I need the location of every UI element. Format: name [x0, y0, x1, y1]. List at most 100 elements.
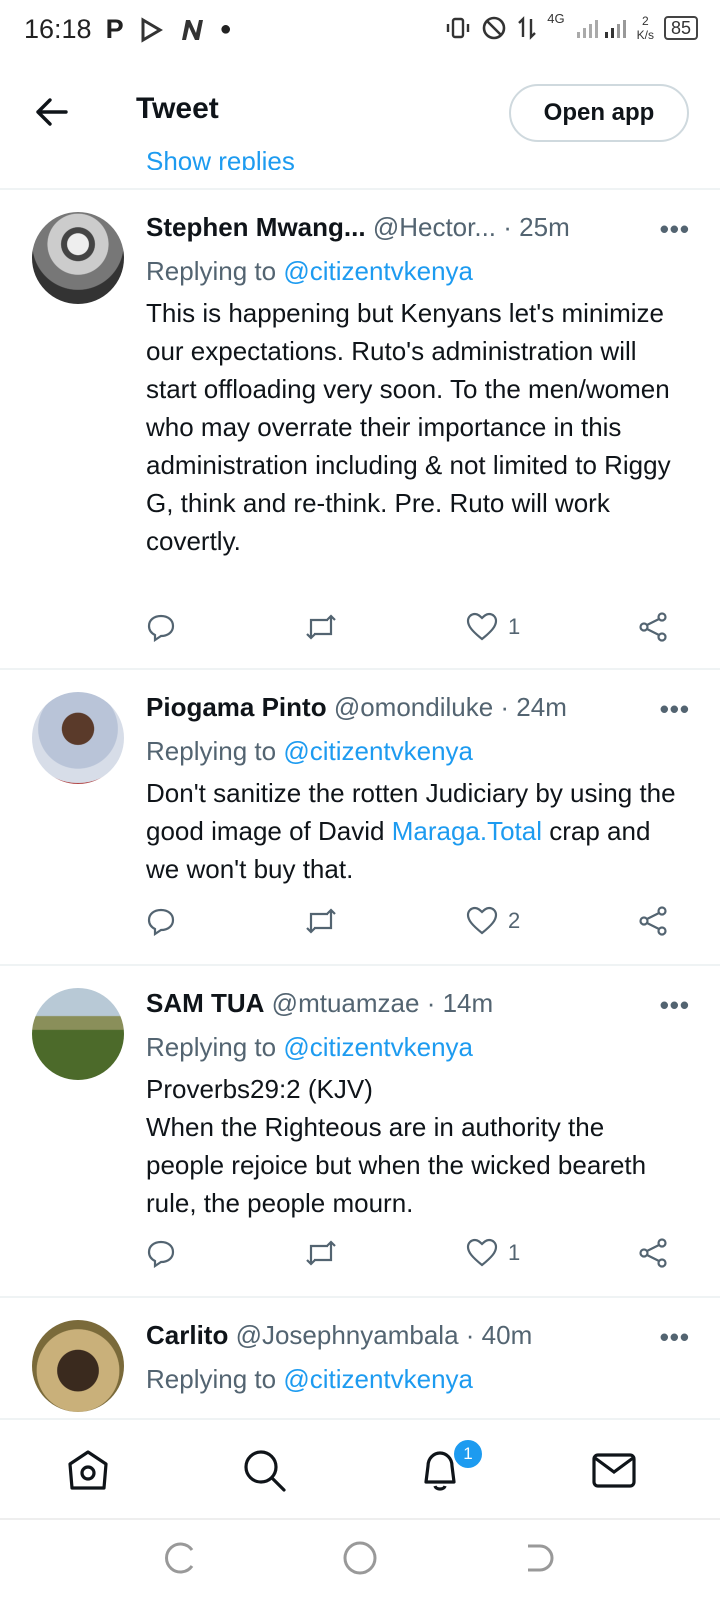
- search-icon[interactable]: [240, 1446, 288, 1494]
- tweet-actions: 2: [146, 906, 692, 946]
- retweet-icon: [306, 908, 336, 934]
- replying-to-link[interactable]: @citizentvkenya: [283, 1032, 473, 1062]
- retweet-button[interactable]: [304, 612, 338, 642]
- reply-icon: [147, 908, 175, 936]
- tweet-header: Stephen Mwang... @Hector... · 25m: [146, 212, 686, 243]
- replying-to: Replying to @citizentvkenya: [146, 1032, 473, 1063]
- replying-to-link[interactable]: @citizentvkenya: [283, 1364, 473, 1394]
- replying-to-link[interactable]: @citizentvkenya: [283, 256, 473, 286]
- display-name[interactable]: Carlito: [146, 1320, 228, 1350]
- network-speed: 2 K/s: [637, 14, 654, 42]
- avatar[interactable]: [32, 212, 124, 304]
- more-options-icon[interactable]: •••: [660, 1322, 690, 1353]
- tweet-time: · 25m: [503, 212, 570, 242]
- share-button[interactable]: [638, 906, 668, 936]
- show-replies-label: Show replies: [146, 146, 295, 170]
- heart-icon: [466, 1238, 498, 1267]
- replying-prefix: Replying to: [146, 736, 284, 766]
- network-speed-value: 2: [641, 14, 649, 28]
- notification-count-badge: 1: [452, 1438, 484, 1470]
- share-button[interactable]: [638, 1238, 668, 1268]
- share-button[interactable]: [638, 612, 668, 642]
- tweet-time: · 40m: [465, 1320, 533, 1350]
- display-name[interactable]: SAM TUA: [146, 988, 264, 1018]
- tweet-text: This is happening but Kenyans let's mini…: [146, 298, 671, 556]
- replying-to: Replying to @citizentvkenya: [146, 736, 473, 767]
- replying-to: Replying to @citizentvkenya: [146, 1364, 473, 1395]
- tweet-time: · 24m: [500, 692, 567, 722]
- back-nav-icon[interactable]: [522, 1540, 558, 1576]
- reply-button[interactable]: [146, 612, 176, 642]
- signal-icon: [576, 20, 626, 38]
- tweet-header: SAM TUA @mtuamzae · 14m: [146, 988, 686, 1019]
- open-app-button[interactable]: Open app: [509, 84, 689, 142]
- tweet-text: When the Righteous are in authority the …: [146, 1112, 647, 1218]
- like-button[interactable]: 2: [466, 906, 520, 936]
- reply-button[interactable]: [146, 906, 176, 936]
- tweet[interactable]: Stephen Mwang... @Hector... · 25m ••• Re…: [0, 190, 720, 668]
- avatar[interactable]: [32, 1320, 124, 1412]
- avatar[interactable]: [32, 988, 124, 1080]
- home-circle-icon[interactable]: [342, 1540, 378, 1576]
- vibrate-icon: [447, 17, 470, 39]
- like-count: 1: [508, 1240, 521, 1265]
- more-options-icon[interactable]: •••: [660, 990, 690, 1021]
- reply-icon: [147, 1240, 175, 1268]
- back-arrow-icon[interactable]: [32, 92, 72, 132]
- like-button[interactable]: 1: [466, 1238, 520, 1268]
- like-count: 1: [508, 614, 521, 639]
- p-app-icon: P: [105, 14, 124, 44]
- display-name[interactable]: Piogama Pinto: [146, 692, 327, 722]
- tweet-header: Carlito @Josephnyambala · 40m: [146, 1320, 686, 1351]
- tweet[interactable]: Piogama Pinto @omondiluke · 24m ••• Repl…: [0, 670, 720, 964]
- retweet-icon: [306, 614, 336, 640]
- like-button[interactable]: 1: [466, 612, 520, 642]
- home-icon[interactable]: [64, 1446, 112, 1494]
- retweet-button[interactable]: [304, 906, 338, 936]
- n-app-icon: [181, 19, 203, 40]
- dot-icon: ●: [219, 18, 232, 40]
- tweet[interactable]: Carlito @Josephnyambala · 40m ••• Replyi…: [0, 1298, 720, 1418]
- share-icon: [639, 612, 667, 642]
- heart-icon: [466, 906, 498, 935]
- user-handle[interactable]: @mtuamzae: [272, 988, 420, 1018]
- clock: 16:18: [24, 14, 92, 44]
- user-handle[interactable]: @omondiluke: [334, 692, 493, 722]
- recent-apps-icon[interactable]: [162, 1540, 198, 1576]
- replying-prefix: Replying to: [146, 1364, 284, 1394]
- show-replies-link[interactable]: Show replies: [146, 140, 295, 170]
- status-bar: 16:18 P ● 4G 2 K/s 85: [0, 0, 720, 66]
- replying-to-link[interactable]: @citizentvkenya: [283, 736, 473, 766]
- tweet-actions: 1: [146, 1238, 692, 1278]
- retweet-icon: [306, 1240, 336, 1266]
- tweet-text-line: Proverbs29:2 (KJV): [146, 1074, 373, 1104]
- page-title: Tweet: [136, 92, 219, 125]
- tweet-time: · 14m: [426, 988, 494, 1018]
- more-options-icon[interactable]: •••: [660, 214, 690, 245]
- tweet-text: Don't sanitize the rotten Judiciary by u…: [146, 774, 686, 888]
- user-handle[interactable]: @Hector...: [373, 212, 496, 242]
- top-app-bar: Tweet Open app: [0, 66, 720, 160]
- avatar[interactable]: [32, 692, 124, 784]
- display-name[interactable]: Stephen Mwang...: [146, 212, 366, 242]
- user-handle[interactable]: @Josephnyambala: [236, 1320, 459, 1350]
- share-icon: [639, 906, 667, 936]
- share-icon: [639, 1238, 667, 1268]
- replying-prefix: Replying to: [146, 256, 284, 286]
- play-store-icon: [141, 16, 163, 43]
- network-speed-unit: K/s: [636, 28, 654, 42]
- bottom-navigation: 1: [0, 1418, 720, 1520]
- system-navigation-bar: [0, 1518, 720, 1614]
- tweet-text-link[interactable]: Maraga.Total: [392, 816, 542, 846]
- tweet[interactable]: SAM TUA @mtuamzae · 14m ••• Replying to …: [0, 966, 720, 1296]
- reply-icon: [147, 614, 175, 642]
- tweet-header: Piogama Pinto @omondiluke · 24m: [146, 692, 686, 723]
- messages-mail-icon[interactable]: [590, 1446, 638, 1494]
- heart-icon: [466, 612, 498, 641]
- battery-indicator: 85: [663, 16, 698, 40]
- network-type: 4G: [547, 10, 565, 26]
- more-options-icon[interactable]: •••: [660, 694, 690, 725]
- tweet-actions: 1: [146, 612, 692, 652]
- retweet-button[interactable]: [304, 1238, 338, 1268]
- reply-button[interactable]: [146, 1238, 176, 1268]
